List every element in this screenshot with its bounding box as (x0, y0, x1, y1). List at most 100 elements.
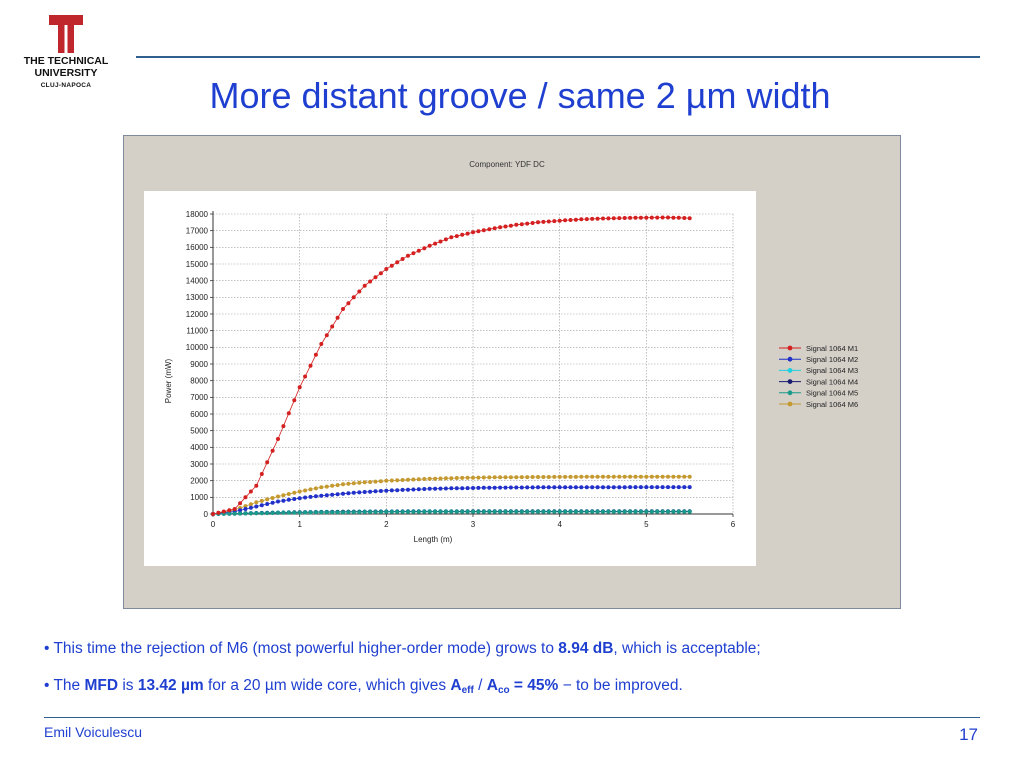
data-point (227, 511, 232, 516)
chart-title: Component: YDF DC (469, 160, 545, 169)
data-point (357, 289, 362, 294)
data-point (389, 488, 394, 493)
data-point (541, 485, 546, 490)
data-point (411, 477, 416, 482)
data-point (606, 474, 611, 479)
data-point (303, 488, 308, 493)
data-point (687, 509, 692, 514)
data-point (362, 510, 367, 514)
data-point (601, 509, 605, 514)
data-point (471, 475, 475, 480)
data-point (433, 509, 438, 514)
data-point (346, 510, 351, 515)
y-tick-label: 5000 (190, 426, 208, 435)
data-point (655, 485, 660, 490)
data-point (330, 510, 335, 515)
data-point (351, 481, 356, 486)
data-point (281, 510, 286, 515)
data-point (536, 475, 540, 479)
data-point (590, 485, 595, 490)
data-point (313, 486, 318, 491)
data-point (546, 219, 551, 224)
data-point (254, 511, 259, 516)
data-point (649, 509, 654, 514)
data-point (395, 478, 400, 483)
data-point (525, 485, 530, 490)
data-point (595, 216, 600, 221)
legend-label: Signal 1064 M6 (806, 400, 858, 409)
y-tick-label: 6000 (190, 410, 208, 419)
data-point (476, 509, 481, 514)
data-point (248, 511, 253, 516)
data-point (536, 485, 540, 490)
data-point (389, 478, 394, 483)
data-point (628, 215, 633, 220)
data-point (286, 510, 291, 515)
data-point (406, 509, 410, 514)
data-point (422, 487, 427, 491)
y-tick-label: 9000 (190, 360, 208, 369)
data-point (584, 217, 589, 222)
data-point (611, 216, 616, 221)
data-point (460, 486, 465, 491)
data-point (492, 485, 497, 490)
data-point (384, 488, 389, 493)
data-point (525, 509, 530, 514)
y-tick-label: 14000 (186, 276, 209, 285)
data-point (416, 487, 421, 492)
data-point (454, 486, 459, 491)
data-point (660, 485, 665, 490)
data-point (476, 475, 481, 480)
data-point (378, 479, 383, 484)
data-point (498, 225, 503, 230)
data-point (416, 248, 421, 253)
data-point (465, 509, 470, 514)
data-point (552, 509, 557, 514)
data-point (313, 510, 318, 515)
data-point (433, 486, 438, 491)
data-point (297, 496, 302, 501)
y-tick-label: 3000 (190, 460, 208, 469)
data-point (281, 498, 286, 503)
data-point (308, 510, 313, 515)
data-point (476, 485, 481, 490)
data-point (622, 509, 627, 514)
data-point (243, 507, 248, 511)
y-tick-label: 7000 (190, 393, 208, 402)
y-tick-label: 0 (204, 510, 209, 519)
data-point (514, 485, 519, 490)
data-point (297, 385, 302, 390)
data-point (498, 509, 503, 514)
x-tick-label: 2 (384, 520, 389, 529)
data-point (552, 474, 557, 479)
bullet-2-mfd-value: 13.42 µm (137, 677, 204, 694)
data-point (308, 487, 313, 492)
data-point (682, 509, 687, 514)
data-point (644, 485, 649, 490)
data-point (606, 216, 611, 221)
data-point (438, 486, 443, 491)
data-point (601, 216, 605, 221)
data-point (644, 474, 649, 479)
data-point (655, 474, 660, 479)
data-point (341, 307, 345, 311)
data-point (541, 219, 546, 224)
data-point (563, 474, 568, 479)
data-point (411, 509, 416, 514)
data-point (557, 474, 562, 479)
data-point (362, 480, 367, 485)
data-point (270, 496, 275, 500)
data-point (557, 218, 562, 223)
data-point (411, 487, 416, 492)
y-tick-label: 4000 (190, 443, 208, 452)
bullet-2-a-co: Aco = 45% (487, 677, 559, 696)
data-point (411, 251, 416, 256)
data-point (552, 485, 557, 490)
legend-marker (787, 356, 793, 362)
data-point (687, 216, 692, 221)
data-point (292, 490, 297, 495)
data-point (373, 479, 378, 484)
data-point (254, 500, 259, 505)
data-point (395, 488, 400, 493)
data-point (546, 475, 551, 479)
